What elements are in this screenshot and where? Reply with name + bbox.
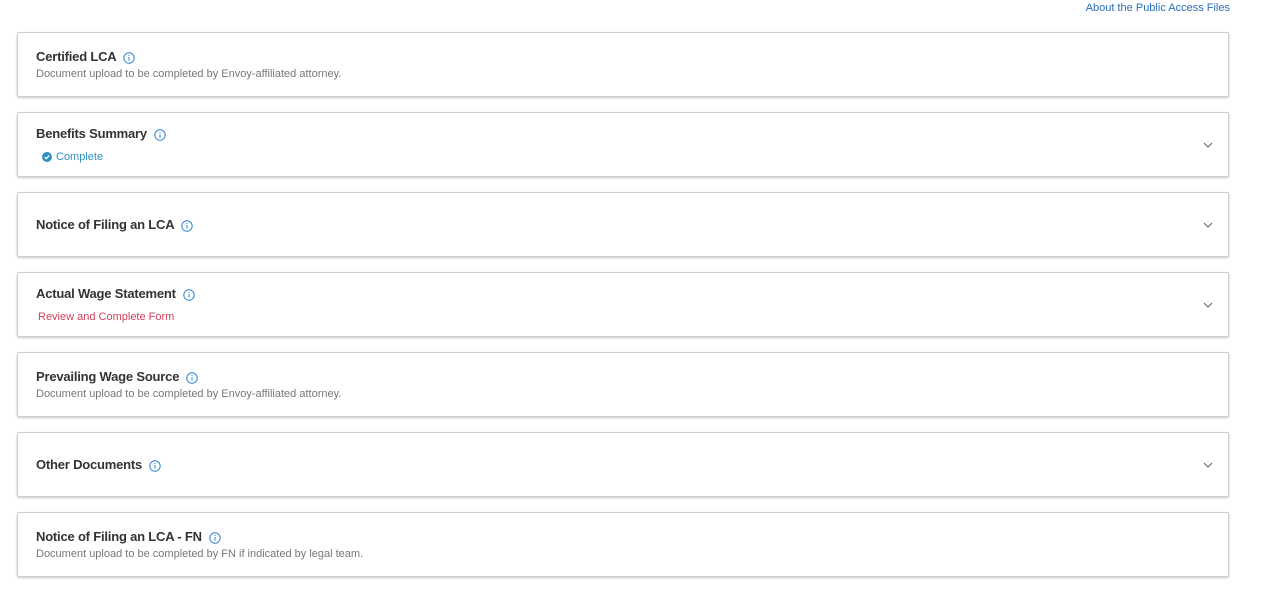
info-icon[interactable] <box>209 531 221 544</box>
section-title-row: Benefits Summary <box>36 126 166 141</box>
section-title-row: Prevailing Wage Source <box>36 369 341 384</box>
document-sections-list: Certified LCA Document upload to be comp… <box>17 32 1229 589</box>
review-and-complete-form-link[interactable]: Review and Complete Form <box>38 311 195 323</box>
status-complete: Complete <box>42 151 166 163</box>
check-circle-icon <box>42 152 52 162</box>
chevron-down-icon[interactable] <box>1202 300 1214 310</box>
status-label: Complete <box>56 151 104 163</box>
info-icon[interactable] <box>123 51 136 64</box>
section-other-documents[interactable]: Other Documents <box>17 432 1229 497</box>
chevron-down-icon[interactable] <box>1202 220 1214 230</box>
info-icon[interactable] <box>181 219 194 232</box>
section-body: Prevailing Wage Source Document upload t… <box>36 353 341 416</box>
about-public-access-files-link[interactable]: About the Public Access Files <box>1086 2 1230 14</box>
section-prevailing-wage-source: Prevailing Wage Source Document upload t… <box>17 352 1229 417</box>
info-icon[interactable] <box>186 371 198 384</box>
section-subtitle: Document upload to be completed by Envoy… <box>36 388 342 400</box>
public-access-files-page: About the Public Access Files Certified … <box>0 0 1263 589</box>
section-title: Certified LCA <box>36 49 117 64</box>
section-title: Prevailing Wage Source <box>36 369 180 384</box>
section-title: Benefits Summary <box>36 126 147 141</box>
section-title: Actual Wage Statement <box>36 286 176 301</box>
section-benefits-summary[interactable]: Benefits Summary Complete <box>17 112 1229 177</box>
section-title-row: Actual Wage Statement <box>36 286 195 301</box>
section-body: Actual Wage Statement Review and Complet… <box>36 273 195 336</box>
section-title-row: Certified LCA <box>36 49 341 64</box>
section-title-row: Notice of Filing an LCA <box>36 217 194 232</box>
section-title: Notice of Filing an LCA - FN <box>36 529 202 544</box>
info-icon[interactable] <box>149 459 161 472</box>
section-body: Notice of Filing an LCA <box>36 193 194 256</box>
section-subtitle: Document upload to be completed by Envoy… <box>36 68 342 80</box>
section-subtitle: Document upload to be completed by FN if… <box>36 548 364 560</box>
section-actual-wage-statement[interactable]: Actual Wage Statement Review and Complet… <box>17 272 1229 337</box>
info-icon[interactable] <box>183 288 195 301</box>
section-title: Notice of Filing an LCA <box>36 217 175 232</box>
section-certified-lca: Certified LCA Document upload to be comp… <box>17 32 1229 97</box>
section-title: Other Documents <box>36 457 143 472</box>
chevron-down-icon[interactable] <box>1202 460 1214 470</box>
section-body: Certified LCA Document upload to be comp… <box>36 33 341 96</box>
section-notice-of-filing-lca-fn: Notice of Filing an LCA - FN Document up… <box>17 512 1229 577</box>
section-notice-of-filing-lca[interactable]: Notice of Filing an LCA <box>17 192 1229 257</box>
section-body: Other Documents <box>36 433 161 496</box>
section-title-row: Other Documents <box>36 457 161 472</box>
section-title-row: Notice of Filing an LCA - FN <box>36 529 363 544</box>
section-body: Notice of Filing an LCA - FN Document up… <box>36 513 363 576</box>
chevron-down-icon[interactable] <box>1202 140 1214 150</box>
section-body: Benefits Summary Complete <box>36 113 166 176</box>
info-icon[interactable] <box>154 128 166 141</box>
